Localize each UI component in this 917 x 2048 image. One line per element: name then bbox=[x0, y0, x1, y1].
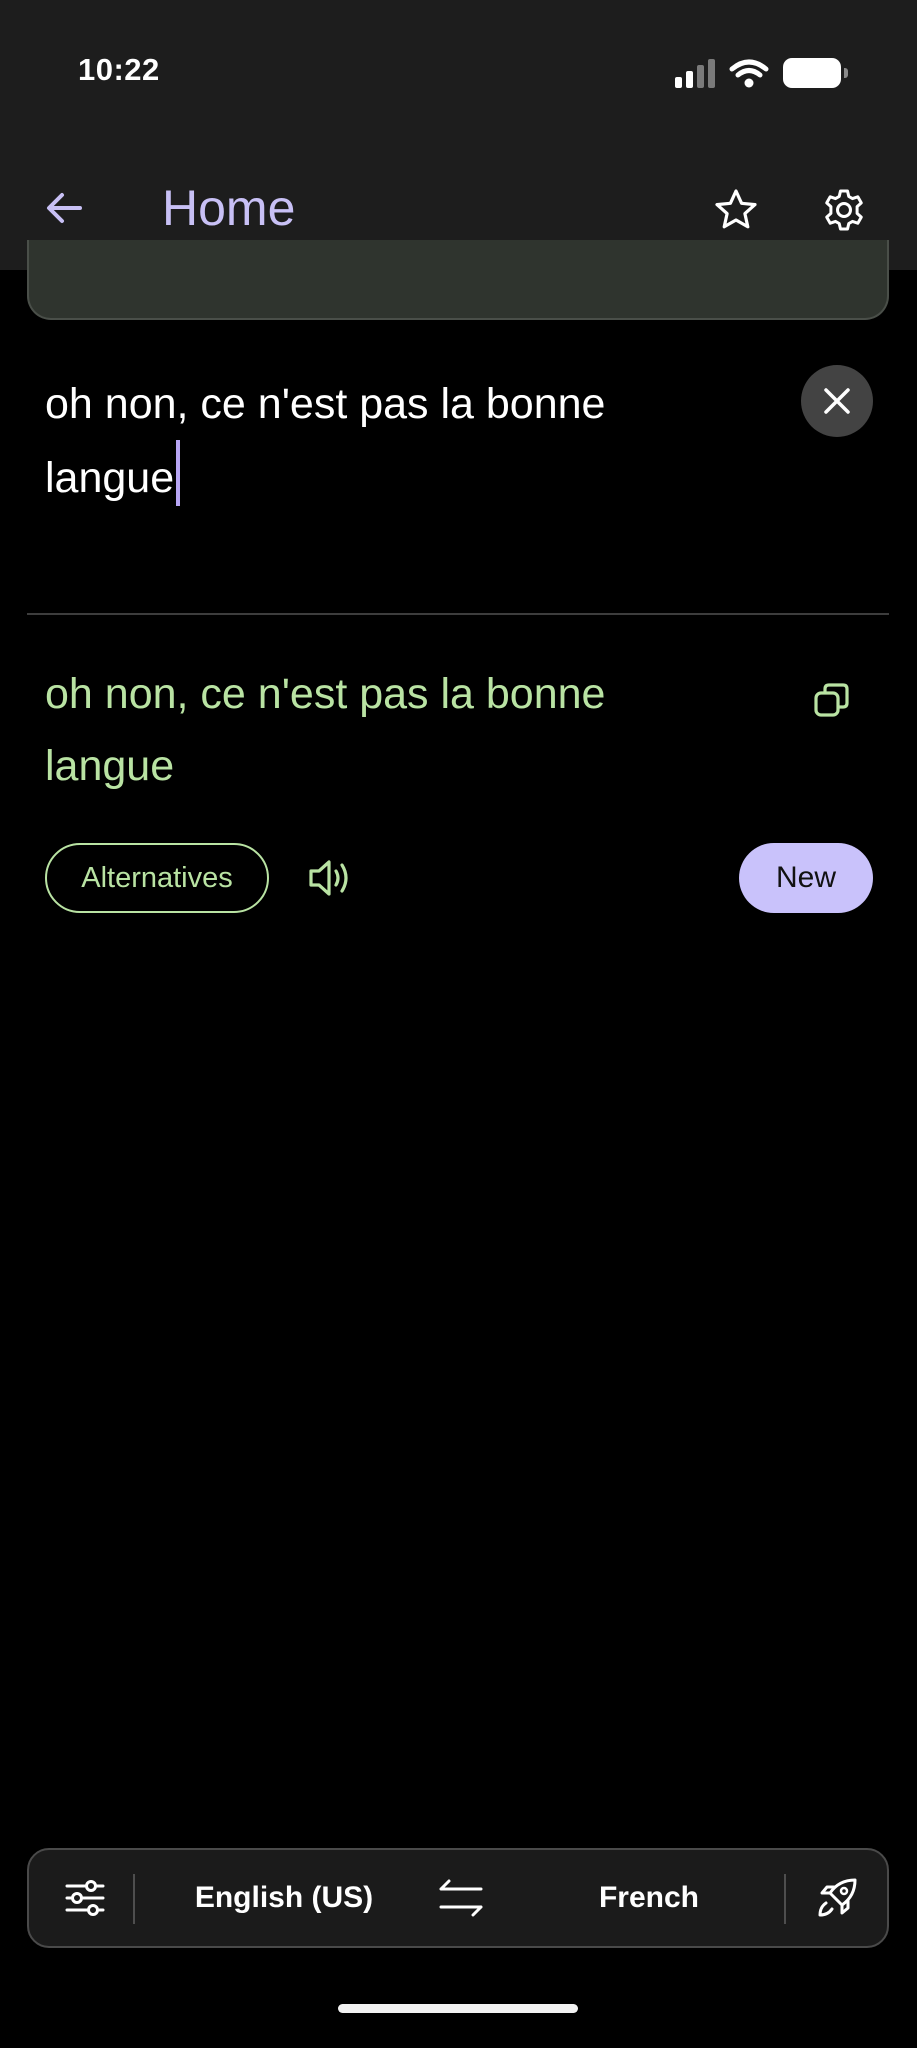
separator bbox=[784, 1874, 786, 1924]
battery-icon bbox=[783, 58, 848, 88]
new-button[interactable]: New bbox=[739, 843, 873, 913]
copy-button[interactable] bbox=[804, 672, 860, 728]
source-language-selector[interactable]: English (US) bbox=[159, 1850, 409, 1946]
swap-icon bbox=[439, 1879, 483, 1917]
back-button[interactable] bbox=[36, 180, 92, 236]
page-title: Home bbox=[162, 180, 296, 236]
arrow-left-icon bbox=[47, 193, 82, 223]
swap-languages-button[interactable] bbox=[433, 1870, 489, 1926]
translator-screen: 10:22 Home oh non, ce n'est pas la bonne… bbox=[0, 0, 917, 2048]
banner-card bbox=[27, 240, 889, 320]
close-icon bbox=[824, 388, 850, 414]
signal-icon bbox=[675, 58, 715, 88]
settings-button[interactable] bbox=[814, 180, 874, 240]
sliders-icon bbox=[65, 1880, 105, 1916]
status-icons bbox=[675, 56, 848, 90]
home-indicator[interactable] bbox=[338, 2004, 578, 2013]
source-text-input[interactable]: oh non, ce n'est pas la bonne langue bbox=[45, 368, 735, 514]
divider bbox=[27, 613, 889, 615]
speak-button[interactable] bbox=[300, 848, 360, 908]
clear-button[interactable] bbox=[801, 365, 873, 437]
favorites-button[interactable] bbox=[706, 180, 766, 240]
alternatives-button[interactable]: Alternatives bbox=[45, 843, 269, 913]
source-text: oh non, ce n'est pas la bonne langue bbox=[45, 380, 606, 502]
status-time: 10:22 bbox=[78, 52, 160, 87]
boost-button[interactable] bbox=[809, 1870, 865, 1926]
speaker-icon bbox=[309, 860, 348, 896]
target-language-selector[interactable]: French bbox=[529, 1850, 769, 1946]
translation-text: oh non, ce n'est pas la bonne langue bbox=[45, 670, 606, 790]
star-icon bbox=[715, 189, 757, 229]
rocket-icon bbox=[818, 1878, 857, 1917]
top-bar: 10:22 Home bbox=[0, 0, 917, 270]
copy-icon bbox=[814, 683, 849, 717]
language-bar: English (US) French bbox=[27, 1848, 889, 1948]
wifi-icon bbox=[729, 59, 769, 88]
separator bbox=[133, 1874, 135, 1924]
gear-icon bbox=[825, 189, 863, 231]
filter-button[interactable] bbox=[57, 1870, 113, 1926]
text-caret bbox=[176, 440, 181, 506]
